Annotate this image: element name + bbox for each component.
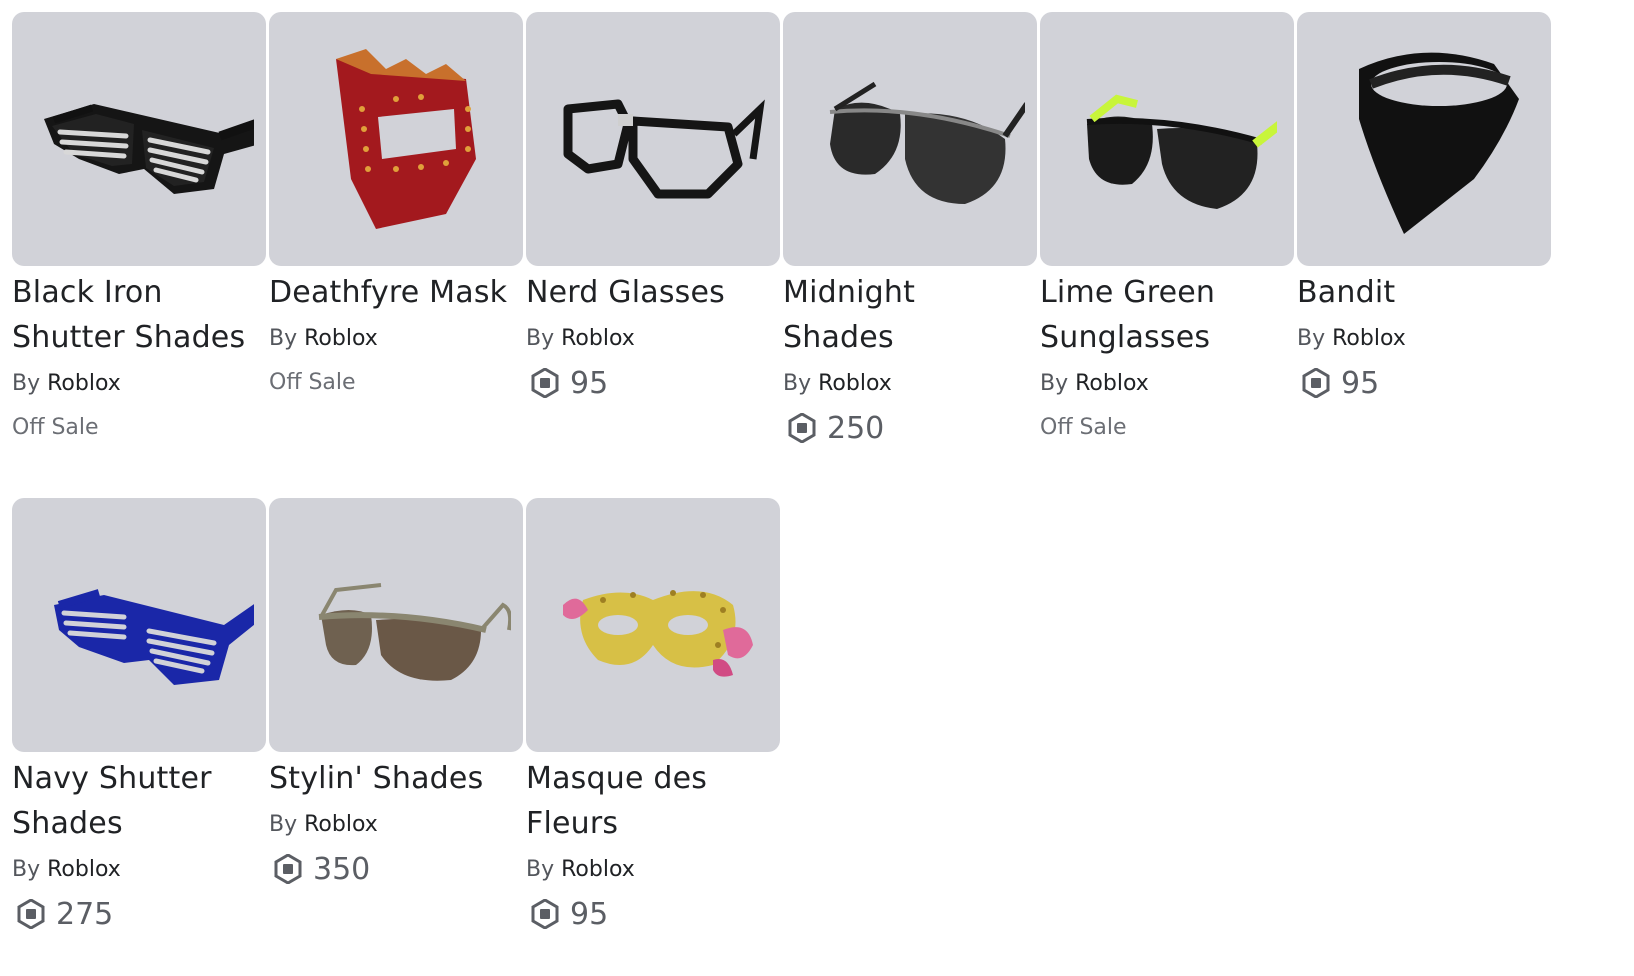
item-name-line[interactable]: Lime Green <box>1040 270 1294 315</box>
item-name[interactable]: Nerd Glasses <box>526 270 780 315</box>
item-card-deathfyre-mask[interactable]: Deathfyre Mask By Roblox Off Sale <box>269 12 523 405</box>
item-creator: By Roblox <box>269 803 523 847</box>
item-thumbnail[interactable] <box>269 498 523 752</box>
item-thumbnail[interactable] <box>1297 12 1551 266</box>
price-value: 275 <box>56 896 114 932</box>
price: 275 <box>12 892 266 936</box>
robux-icon <box>273 854 303 884</box>
creator-link[interactable]: Roblox <box>1075 371 1149 396</box>
item-name-line[interactable]: Midnight <box>783 270 1037 315</box>
item-creator: By Roblox <box>526 848 780 892</box>
price-value: 95 <box>570 896 609 932</box>
item-name-line[interactable]: Masque des <box>526 756 780 801</box>
by-label: By <box>269 326 298 351</box>
robux-icon <box>530 899 560 929</box>
item-name-line[interactable]: Shades <box>783 315 1037 360</box>
catalog-grid: Black Iron Shutter Shades By Roblox Off … <box>0 0 1634 976</box>
off-sale-label: Off Sale <box>12 415 99 440</box>
creator-link[interactable]: Roblox <box>561 857 635 882</box>
price-value: 95 <box>1341 365 1380 401</box>
item-thumbnail[interactable] <box>783 12 1037 266</box>
item-card-navy-shutter-shades[interactable]: Navy Shutter Shades By Roblox 275 <box>12 498 266 936</box>
item-name[interactable]: Stylin' Shades <box>269 756 523 801</box>
off-sale-label: Off Sale <box>1040 415 1127 440</box>
item-creator: By Roblox <box>12 362 266 406</box>
robux-icon <box>1301 368 1331 398</box>
item-card-black-iron-shutter-shades[interactable]: Black Iron Shutter Shades By Roblox Off … <box>12 12 266 450</box>
item-card-masque-des-fleurs[interactable]: Masque des Fleurs By Roblox 95 <box>526 498 780 936</box>
creator-link[interactable]: Roblox <box>1332 326 1406 351</box>
item-name[interactable]: Deathfyre Mask <box>269 270 523 315</box>
robux-icon <box>530 368 560 398</box>
price: 250 <box>783 406 1037 450</box>
item-creator: By Roblox <box>1297 317 1551 361</box>
by-label: By <box>526 857 555 882</box>
item-creator: By Roblox <box>12 848 266 892</box>
creator-link[interactable]: Roblox <box>818 371 892 396</box>
by-label: By <box>1040 371 1069 396</box>
price-value: 350 <box>313 851 371 887</box>
price-value: 95 <box>570 365 609 401</box>
off-sale-label: Off Sale <box>269 370 356 395</box>
midnight-shades-image <box>829 81 1025 204</box>
item-thumbnail[interactable] <box>1040 12 1294 266</box>
lime-green-sunglasses-image <box>1086 94 1277 209</box>
item-name-line[interactable]: Sunglasses <box>1040 315 1294 360</box>
item-thumbnail[interactable] <box>269 12 523 266</box>
by-label: By <box>1297 326 1326 351</box>
item-name-line[interactable]: Black Iron <box>12 270 266 315</box>
navy-shutter-shades-image <box>54 589 254 685</box>
item-name[interactable]: Bandit <box>1297 270 1551 315</box>
item-creator: By Roblox <box>783 362 1037 406</box>
item-creator: By Roblox <box>526 317 780 361</box>
item-name[interactable]: Navy Shutter Shades <box>12 756 266 846</box>
item-name-line[interactable]: Fleurs <box>526 801 780 846</box>
creator-link[interactable]: Roblox <box>304 812 378 837</box>
robux-icon <box>787 413 817 443</box>
item-creator: By Roblox <box>1040 362 1294 406</box>
item-card-bandit[interactable]: Bandit By Roblox 95 <box>1297 12 1551 405</box>
masque-des-fleurs-image <box>563 590 753 677</box>
creator-link[interactable]: Roblox <box>47 857 121 882</box>
item-thumbnail[interactable] <box>526 498 780 752</box>
item-name[interactable]: Lime Green Sunglasses <box>1040 270 1294 360</box>
item-thumbnail[interactable] <box>12 498 266 752</box>
by-label: By <box>269 812 298 837</box>
creator-link[interactable]: Roblox <box>561 326 635 351</box>
item-thumbnail[interactable] <box>526 12 780 266</box>
stylin-shades-image <box>318 583 511 681</box>
price: 95 <box>1297 361 1551 405</box>
by-label: By <box>526 326 555 351</box>
robux-icon <box>16 899 46 929</box>
bandit-image <box>1359 52 1519 234</box>
nerd-glasses-image <box>563 99 765 199</box>
item-card-midnight-shades[interactable]: Midnight Shades By Roblox 250 <box>783 12 1037 450</box>
by-label: By <box>783 371 812 396</box>
item-creator: By Roblox <box>269 317 523 361</box>
creator-link[interactable]: Roblox <box>47 371 121 396</box>
item-name[interactable]: Black Iron Shutter Shades <box>12 270 266 360</box>
item-name-line[interactable]: Bandit <box>1297 270 1551 315</box>
price-value: 250 <box>827 410 885 446</box>
price: 350 <box>269 847 523 891</box>
by-label: By <box>12 857 41 882</box>
item-card-lime-green-sunglasses[interactable]: Lime Green Sunglasses By Roblox Off Sale <box>1040 12 1294 450</box>
item-name[interactable]: Masque des Fleurs <box>526 756 780 846</box>
item-name-line[interactable]: Shades <box>12 801 266 846</box>
item-card-nerd-glasses[interactable]: Nerd Glasses By Roblox 95 <box>526 12 780 405</box>
item-name-line[interactable]: Nerd Glasses <box>526 270 780 315</box>
creator-link[interactable]: Roblox <box>304 326 378 351</box>
item-card-stylin-shades[interactable]: Stylin' Shades By Roblox 350 <box>269 498 523 891</box>
item-name-line[interactable]: Shutter Shades <box>12 315 266 360</box>
item-thumbnail[interactable] <box>12 12 266 266</box>
black-iron-shutter-shades-image <box>44 104 254 194</box>
deathfyre-mask-image <box>336 49 476 229</box>
item-name-line[interactable]: Deathfyre Mask <box>269 270 523 315</box>
item-name-line[interactable]: Stylin' Shades <box>269 756 523 801</box>
price: 95 <box>526 361 780 405</box>
price: 95 <box>526 892 780 936</box>
by-label: By <box>12 371 41 396</box>
item-name-line[interactable]: Navy Shutter <box>12 756 266 801</box>
item-name[interactable]: Midnight Shades <box>783 270 1037 360</box>
